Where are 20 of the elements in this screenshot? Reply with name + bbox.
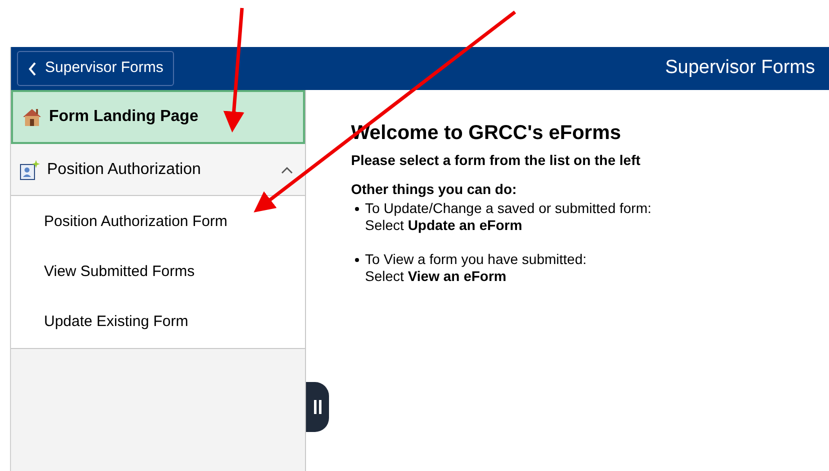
bullet-text: To Update/Change a saved or submitted form: xyxy=(365,200,652,217)
bullet-icon xyxy=(355,207,359,211)
sidebar-subitem[interactable]: Update Existing Form xyxy=(11,297,305,347)
bullet-icon xyxy=(355,258,359,262)
bullet-text: Select Update an eForm xyxy=(365,217,524,234)
section-heading: Other things you can do: xyxy=(351,180,518,199)
chevron-left-icon xyxy=(28,62,37,76)
bullet-text: To View a form you have submitted: xyxy=(365,251,587,268)
sidebar-subitem[interactable]: View Submitted Forms xyxy=(11,247,305,297)
back-button[interactable]: Supervisor Forms xyxy=(17,51,174,86)
pause-bars-icon xyxy=(314,400,322,414)
page-title: Supervisor Forms xyxy=(665,56,815,80)
collapse-handle[interactable] xyxy=(306,382,329,432)
chevron-up-icon xyxy=(281,166,293,174)
sidebar-item[interactable]: Form Landing Page xyxy=(11,90,305,144)
bullet-text: Select View an eForm xyxy=(365,268,508,285)
house-icon xyxy=(21,106,43,128)
form-icon xyxy=(19,158,41,180)
sidebar-subitem[interactable]: Position Authorization Form xyxy=(11,197,305,247)
instruction-text: Please select a form from the list on the left xyxy=(351,151,642,170)
